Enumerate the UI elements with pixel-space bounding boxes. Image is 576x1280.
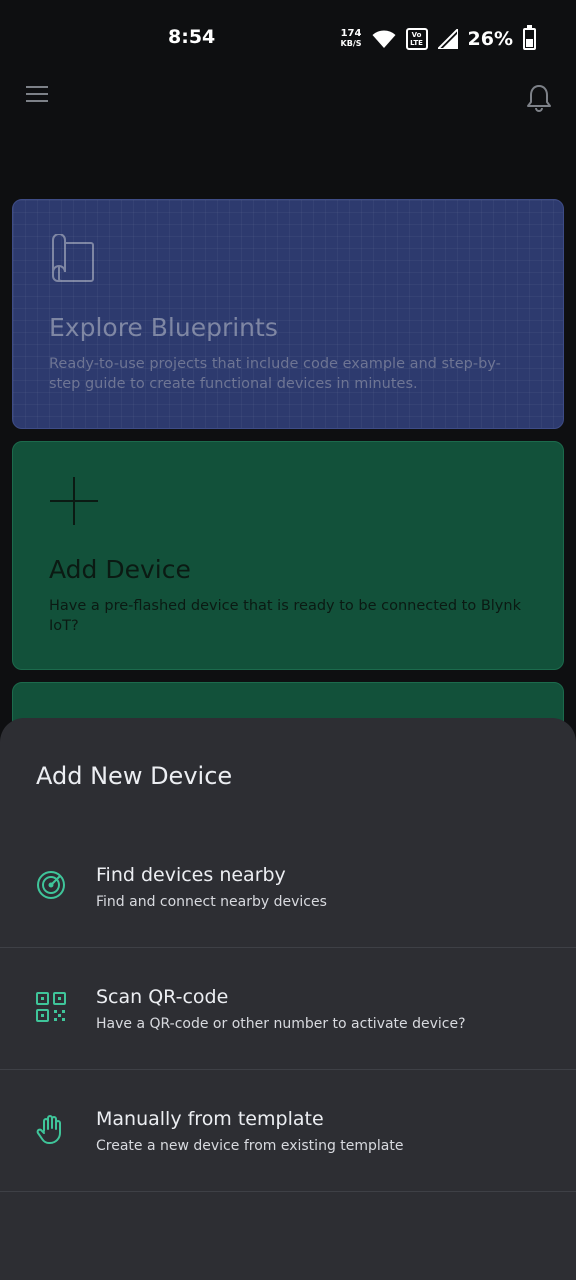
sheet-title: Add New Device — [36, 762, 233, 790]
app-bar — [0, 78, 576, 118]
card-title: Add Device — [49, 555, 191, 584]
menu-icon[interactable] — [26, 86, 48, 108]
option-find-devices-nearby[interactable]: Find devices nearby Find and connect nea… — [0, 826, 576, 948]
menu-line — [26, 100, 48, 102]
option-title: Manually from template — [96, 1108, 324, 1130]
qr-code-icon — [36, 992, 66, 1022]
option-description: Create a new device from existing templa… — [96, 1138, 404, 1154]
battery-level — [526, 39, 533, 47]
option-description: Find and connect nearby devices — [96, 894, 327, 910]
hand-icon — [36, 1115, 61, 1144]
plus-icon — [50, 477, 98, 525]
battery-percent: 26% — [467, 28, 513, 50]
add-device-card[interactable]: Add Device Have a pre-flashed device tha… — [12, 441, 564, 670]
wifi-icon — [372, 30, 396, 48]
card-description: Ready-to-use projects that include code … — [49, 356, 501, 392]
card-description: Have a pre-flashed device that is ready … — [49, 598, 521, 634]
status-time: 8:54 — [168, 26, 216, 48]
volte-top: Vo — [411, 31, 422, 39]
option-title: Scan QR-code — [96, 986, 229, 1008]
card-title: Explore Blueprints — [49, 313, 278, 342]
explore-blueprints-card[interactable]: Explore Blueprints Ready-to-use projects… — [12, 199, 564, 429]
volte-bottom: LTE — [410, 39, 423, 47]
radar-icon — [37, 871, 65, 899]
net-speed: 174 KB/S — [341, 29, 362, 49]
option-title: Find devices nearby — [96, 864, 286, 886]
option-scan-qr-code[interactable]: Scan QR-code Have a QR-code or other num… — [0, 948, 576, 1070]
add-new-device-sheet: Add New Device Find devices nearby Find … — [0, 718, 576, 1280]
blueprint-icon — [52, 234, 94, 282]
bell-icon[interactable] — [526, 83, 552, 113]
net-speed-unit: KB/S — [340, 39, 362, 48]
menu-line — [26, 93, 48, 95]
net-speed-value: 174 — [340, 28, 362, 39]
signal-icon — [437, 29, 458, 49]
status-icons: 174 KB/S Vo LTE 26% — [341, 24, 536, 54]
menu-line — [26, 86, 48, 88]
option-manually-from-template[interactable]: Manually from template Create a new devi… — [0, 1070, 576, 1192]
option-description: Have a QR-code or other number to activa… — [96, 1016, 466, 1032]
battery-icon — [523, 25, 536, 50]
volte-icon: Vo LTE — [405, 28, 428, 50]
status-bar: 8:54 174 KB/S Vo LTE 26% — [0, 0, 576, 78]
